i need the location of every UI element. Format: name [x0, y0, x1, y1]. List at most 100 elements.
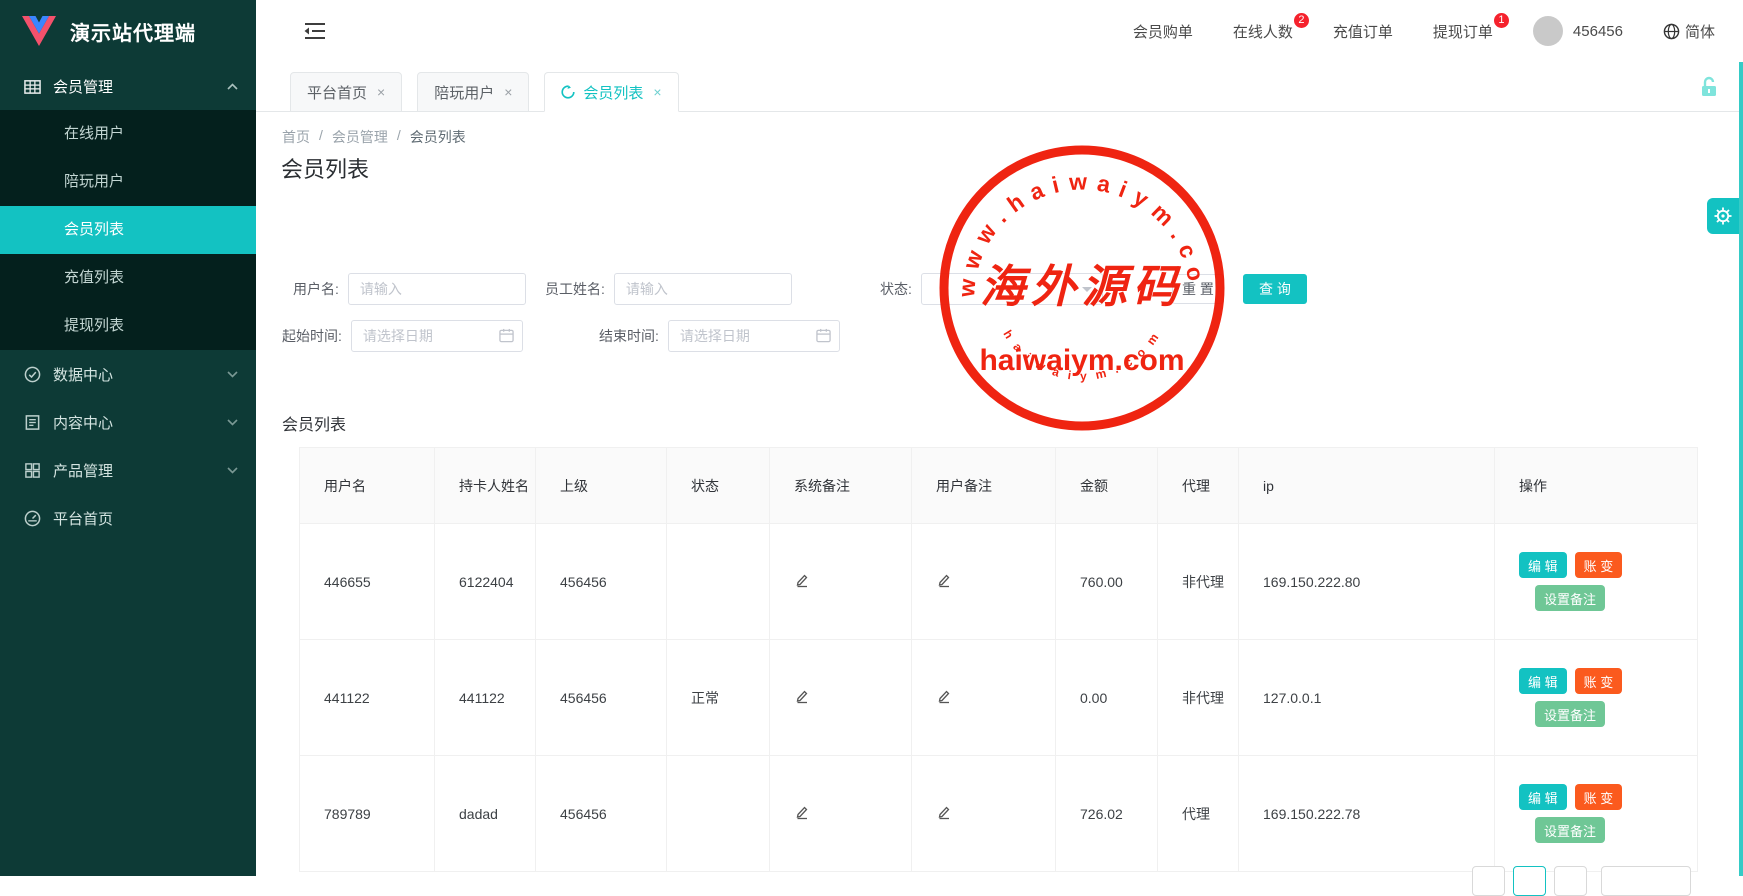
- edit-pencil-icon[interactable]: [936, 804, 952, 823]
- edit-pencil-icon[interactable]: [936, 572, 952, 591]
- set-remark-button[interactable]: 设置备注: [1535, 701, 1605, 727]
- cell-agent: 非代理: [1158, 640, 1239, 756]
- unlock-icon[interactable]: [1699, 76, 1719, 103]
- staff-name-input[interactable]: [614, 273, 792, 305]
- reset-button[interactable]: 重 置: [1172, 274, 1224, 304]
- tab-close-icon[interactable]: ×: [504, 84, 512, 100]
- cell-cardholder: dadad: [435, 756, 536, 872]
- balance-change-button[interactable]: 账 变: [1575, 668, 1623, 694]
- cell-system-remark: [770, 756, 912, 872]
- balance-change-button[interactable]: 账 变: [1575, 784, 1623, 810]
- cell-system-remark: [770, 640, 912, 756]
- col-cardholder: 持卡人姓名: [435, 448, 536, 524]
- cell-username: 789789: [300, 756, 435, 872]
- cell-upline: 456456: [536, 524, 667, 640]
- search-button[interactable]: 查 询: [1243, 274, 1307, 304]
- tab-label: 陪玩用户: [434, 82, 494, 103]
- table-row: 789789 dadad 456456 726.02: [300, 756, 1698, 872]
- start-time-label: 起始时间:: [282, 326, 342, 346]
- recharge-orders-link[interactable]: 充值订单: [1333, 21, 1393, 42]
- breadcrumb-home[interactable]: 首页: [282, 127, 310, 147]
- chevron-down-icon: [227, 371, 238, 378]
- menu-fold-icon[interactable]: [304, 21, 326, 41]
- filter-row-1: 用户名: 员工姓名: 状态: 重 置 查 询: [256, 273, 1743, 305]
- chevron-down-icon: [227, 419, 238, 426]
- cell-ip: 169.150.222.78: [1239, 756, 1495, 872]
- username-input[interactable]: [348, 273, 526, 305]
- status-select[interactable]: [921, 273, 1103, 305]
- pager-page-size-select[interactable]: [1601, 866, 1691, 896]
- tab-companion-users[interactable]: 陪玩用户 ×: [417, 72, 529, 112]
- sidebar-item-member-management[interactable]: 会员管理: [0, 62, 256, 110]
- pager-next-button[interactable]: [1554, 866, 1587, 896]
- sidebar-item-content-center[interactable]: 内容中心: [0, 398, 256, 446]
- cell-username: 446655: [300, 524, 435, 640]
- sidebar-item-withdraw-list[interactable]: 提现列表: [0, 302, 256, 350]
- status-label: 状态:: [880, 279, 912, 299]
- sidebar-item-companion-users[interactable]: 陪玩用户: [0, 158, 256, 206]
- sidebar: 演示站代理端 会员管理 在线用户 陪玩用户 会员列表 充值列表 提现列表 数据中…: [0, 0, 256, 876]
- chevron-down-icon: [227, 467, 238, 474]
- tab-close-icon[interactable]: ×: [653, 84, 661, 100]
- sidebar-item-online-users[interactable]: 在线用户: [0, 110, 256, 158]
- balance-change-button[interactable]: 账 变: [1575, 552, 1623, 578]
- dashboard-icon: [24, 510, 41, 527]
- sidebar-item-member-list[interactable]: 会员列表: [0, 206, 256, 254]
- sidebar-item-recharge-list[interactable]: 充值列表: [0, 254, 256, 302]
- sidebar-item-data-center[interactable]: 数据中心: [0, 350, 256, 398]
- tab-member-list[interactable]: 会员列表 ×: [544, 72, 678, 112]
- staff-name-label: 员工姓名:: [545, 279, 605, 299]
- tab-platform-home[interactable]: 平台首页 ×: [290, 72, 402, 112]
- withdraw-orders-label: 提现订单: [1433, 24, 1493, 41]
- cell-user-remark: [912, 524, 1056, 640]
- cell-amount: 0.00: [1056, 640, 1158, 756]
- breadcrumb-separator: /: [319, 127, 323, 147]
- check-circle-icon: [24, 366, 41, 383]
- col-upline: 上级: [536, 448, 667, 524]
- cell-actions: 编 辑 账 变 设置备注: [1495, 640, 1698, 756]
- online-users-badge: 2: [1293, 12, 1310, 29]
- avatar: [1533, 16, 1563, 46]
- col-status: 状态: [667, 448, 770, 524]
- edit-pencil-icon[interactable]: [936, 688, 952, 707]
- sidebar-item-platform-home[interactable]: 平台首页: [0, 494, 256, 542]
- cell-upline: 456456: [536, 640, 667, 756]
- sidebar-item-label: 会员管理: [53, 76, 113, 97]
- cell-amount: 760.00: [1056, 524, 1158, 640]
- settings-gear-button[interactable]: [1707, 198, 1739, 234]
- user-menu[interactable]: 456456: [1533, 16, 1623, 46]
- breadcrumb-member-management[interactable]: 会员管理: [332, 127, 388, 147]
- breadcrumb: 首页 / 会员管理 / 会员列表: [282, 127, 466, 147]
- tab-close-icon[interactable]: ×: [377, 84, 385, 100]
- chevron-up-icon: [227, 83, 238, 90]
- end-time-label: 结束时间:: [599, 326, 659, 346]
- header-right: 会员购单 在线人数 2 充值订单 提现订单 1 456456 简体: [1133, 16, 1715, 46]
- edit-pencil-icon[interactable]: [794, 804, 810, 823]
- edit-button[interactable]: 编 辑: [1519, 668, 1567, 694]
- sidebar-item-label: 产品管理: [53, 460, 113, 481]
- tab-label: 平台首页: [307, 82, 367, 103]
- sidebar-item-product-management[interactable]: 产品管理: [0, 446, 256, 494]
- online-users-link[interactable]: 在线人数 2: [1233, 21, 1293, 42]
- edit-button[interactable]: 编 辑: [1519, 552, 1567, 578]
- language-switcher[interactable]: 简体: [1663, 21, 1715, 42]
- edit-pencil-icon[interactable]: [794, 688, 810, 707]
- member-orders-link[interactable]: 会员购单: [1133, 21, 1193, 42]
- pager-prev-button[interactable]: [1472, 866, 1505, 896]
- filter-row-2: 起始时间: 结束时间:: [256, 320, 1743, 352]
- withdraw-orders-link[interactable]: 提现订单 1: [1433, 21, 1493, 42]
- set-remark-button[interactable]: 设置备注: [1535, 585, 1605, 611]
- edit-pencil-icon[interactable]: [794, 572, 810, 591]
- pager-page-1[interactable]: [1513, 866, 1546, 896]
- cell-user-remark: [912, 756, 1056, 872]
- globe-icon: [1663, 23, 1680, 40]
- edit-button[interactable]: 编 辑: [1519, 784, 1567, 810]
- col-amount: 金额: [1056, 448, 1158, 524]
- cell-user-remark: [912, 640, 1056, 756]
- breadcrumb-separator: /: [397, 127, 401, 147]
- logo-bar: 演示站代理端: [0, 0, 256, 62]
- start-time-input[interactable]: [351, 320, 523, 352]
- set-remark-button[interactable]: 设置备注: [1535, 817, 1605, 843]
- refresh-icon[interactable]: [561, 85, 575, 99]
- end-time-input[interactable]: [668, 320, 840, 352]
